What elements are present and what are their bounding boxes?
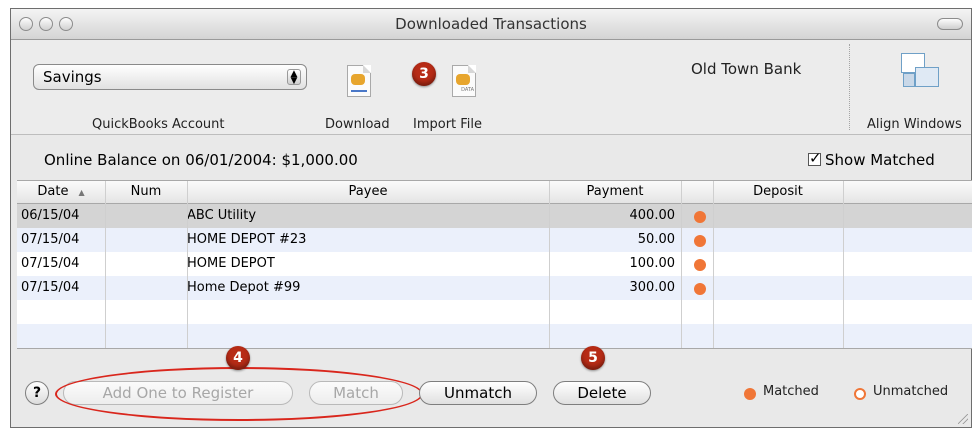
quickbooks-account-label: QuickBooks Account	[92, 117, 225, 132]
bank-name: Old Town Bank	[691, 60, 802, 78]
delete-button[interactable]: Delete	[553, 381, 651, 405]
row-date: 07/15/04	[21, 232, 80, 247]
matched-status-icon	[694, 235, 706, 247]
step-4-marker: 4	[226, 346, 250, 370]
resize-grip-icon[interactable]	[958, 414, 968, 424]
online-balance: Online Balance on 06/01/2004: $1,000.00	[44, 151, 358, 169]
updown-arrows-icon: ▲ ▼	[287, 69, 301, 86]
download-button-label[interactable]: Download	[325, 117, 390, 132]
column-divider	[187, 181, 188, 348]
column-divider	[713, 181, 714, 348]
toolbar: Savings ▲ ▼ QuickBooks Account Download D…	[11, 40, 971, 135]
row-payment: 50.00	[637, 232, 675, 247]
table-row[interactable]: 07/15/04 HOME DEPOT #23 50.00	[17, 228, 972, 252]
toolbar-toggle-button[interactable]	[937, 18, 963, 30]
column-header-date[interactable]: Date ▲	[17, 181, 105, 203]
empty-table-row	[17, 324, 972, 348]
column-header-num[interactable]: Num	[105, 181, 187, 203]
highlight-oval	[55, 367, 423, 421]
download-icon[interactable]	[347, 65, 371, 97]
checkbox-checked-icon[interactable]	[808, 149, 822, 167]
toolbar-separator	[849, 44, 850, 130]
column-header-payee[interactable]: Payee	[187, 181, 549, 203]
unmatched-legend-label: Unmatched	[873, 384, 949, 399]
table-row[interactable]: 07/15/04 Home Depot #99 300.00	[17, 276, 972, 300]
row-payee: ABC Utility	[187, 208, 257, 223]
step-5-marker: 5	[581, 346, 605, 370]
column-divider	[105, 181, 106, 348]
row-payee: HOME DEPOT #23	[187, 232, 307, 247]
column-divider	[843, 181, 844, 348]
column-header-status[interactable]	[681, 181, 713, 203]
import-icon-text: DATA	[461, 87, 474, 93]
align-windows-button-label[interactable]: Align Windows	[867, 117, 962, 132]
table-row[interactable]: 07/15/04 HOME DEPOT 100.00	[17, 252, 972, 276]
matched-status-icon	[694, 283, 706, 295]
import-file-button-label[interactable]: Import File	[413, 117, 482, 132]
show-matched-checkbox[interactable]: Show Matched	[808, 149, 935, 169]
row-date: 06/15/04	[21, 208, 80, 223]
matched-status-icon	[694, 211, 706, 223]
import-file-icon[interactable]: DATA	[452, 65, 476, 97]
column-header-payment[interactable]: Payment	[549, 181, 681, 203]
row-payment: 400.00	[629, 208, 676, 223]
downloaded-transactions-window: Downloaded Transactions Savings ▲ ▼ Quick…	[10, 8, 972, 428]
column-divider	[549, 181, 550, 348]
account-select-value: Savings	[43, 68, 102, 86]
window-title: Downloaded Transactions	[395, 15, 587, 33]
row-date: 07/15/04	[21, 280, 80, 295]
row-payee: Home Depot #99	[187, 280, 301, 295]
empty-table-row	[17, 300, 972, 324]
table-row[interactable]: 06/15/04 ABC Utility 400.00	[17, 204, 972, 228]
show-matched-label: Show Matched	[825, 151, 935, 169]
row-date: 07/15/04	[21, 256, 80, 271]
column-divider	[681, 181, 682, 348]
matched-legend-label: Matched	[763, 384, 819, 399]
table-header: Date ▲ Num Payee Payment Deposit	[17, 181, 972, 204]
unmatched-legend-icon	[854, 388, 866, 400]
unmatch-button[interactable]: Unmatch	[419, 381, 537, 405]
matched-status-icon	[694, 259, 706, 271]
row-payee: HOME DEPOT	[187, 256, 275, 271]
sort-ascending-icon: ▲	[78, 188, 85, 197]
step-3-marker: 3	[412, 62, 436, 86]
title-bar: Downloaded Transactions	[11, 9, 971, 40]
transactions-table: Date ▲ Num Payee Payment Deposit 06/15/04…	[17, 180, 972, 349]
row-payment: 300.00	[629, 280, 676, 295]
column-header-deposit[interactable]: Deposit	[713, 181, 843, 203]
quickbooks-account-select[interactable]: Savings ▲ ▼	[33, 64, 307, 90]
help-button[interactable]: ?	[25, 381, 49, 405]
align-windows-icon[interactable]	[901, 53, 939, 87]
row-payment: 100.00	[629, 256, 676, 271]
matched-legend-icon	[744, 388, 756, 400]
